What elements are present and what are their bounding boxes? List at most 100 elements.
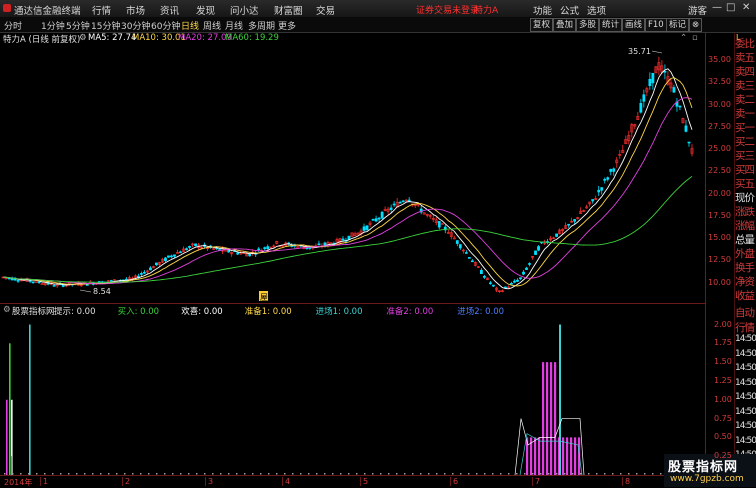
- candle-body: [170, 255, 173, 258]
- candle-body: [510, 283, 513, 285]
- price-tick: 32.50: [708, 77, 731, 87]
- side-label[interactable]: 自动: [735, 305, 755, 320]
- indicator-tick: 1.00: [714, 394, 732, 404]
- period-weekly[interactable]: 周线: [203, 19, 221, 32]
- candle-body: [52, 285, 56, 287]
- panel-divider: [0, 303, 705, 304]
- side-label: 买一: [735, 122, 755, 134]
- f10-button[interactable]: F10: [645, 18, 667, 32]
- side-label: 买四: [735, 164, 755, 176]
- candle-body: [179, 251, 182, 254]
- side-label: 卖三: [735, 80, 755, 92]
- candlestick-chart[interactable]: 35.71 8.54 屋: [0, 45, 705, 303]
- candle-body: [492, 284, 495, 287]
- side-label: 收益: [735, 290, 755, 302]
- candle-body: [684, 125, 688, 132]
- chart-title: 特力A (日线 前复权): [3, 35, 81, 45]
- candle-body: [663, 70, 667, 73]
- indicator-tick: 1.25: [714, 375, 732, 385]
- multi-stock-button[interactable]: 多股: [576, 18, 600, 32]
- overlay-button[interactable]: 叠加: [553, 18, 577, 32]
- menu-discover[interactable]: 发现: [196, 3, 215, 17]
- menu-news[interactable]: 资讯: [160, 3, 179, 17]
- time-axis-label: 1: [40, 477, 48, 486]
- candle-body: [155, 262, 158, 266]
- menu-trade[interactable]: 交易: [316, 3, 335, 17]
- side-label: 14:50: [735, 406, 756, 417]
- side-label: 卖二: [735, 94, 755, 106]
- user-guest[interactable]: 游客: [688, 3, 707, 17]
- period-15min[interactable]: 15分钟: [91, 19, 120, 32]
- draw-line-button[interactable]: 画线: [622, 18, 646, 32]
- panel-toggle-icon[interactable]: ▫: [692, 33, 698, 43]
- chevron-up-icon[interactable]: ⌃: [680, 33, 687, 43]
- side-label: 14:50: [735, 392, 756, 402]
- high-price-label: 35.71: [628, 47, 651, 56]
- side-label[interactable]: 行情: [735, 320, 755, 335]
- period-multi[interactable]: 多周期: [248, 19, 275, 32]
- period-30min[interactable]: 30分钟: [121, 19, 150, 32]
- mark-button[interactable]: 标记: [666, 18, 690, 32]
- minimize-icon[interactable]: —: [712, 2, 722, 13]
- side-label: 买二: [735, 136, 755, 148]
- stock-name-title: 特力A: [474, 6, 499, 16]
- side-label: 卖一: [735, 108, 755, 120]
- candle-body: [479, 269, 483, 275]
- adjust-button[interactable]: 复权: [530, 18, 554, 32]
- menu-assistant[interactable]: 问小达: [230, 3, 259, 17]
- period-more[interactable]: 更多: [278, 19, 296, 32]
- candle-body: [603, 179, 607, 181]
- watermark: 股票指标网 www.7gpzb.com: [664, 454, 756, 487]
- candle-body: [194, 243, 197, 247]
- menu-formula[interactable]: 公式: [560, 3, 579, 17]
- period-intraday[interactable]: 分时: [4, 19, 22, 32]
- candle-body: [236, 252, 240, 255]
- indicator-bar: [562, 437, 565, 475]
- menu-quotes[interactable]: 行情: [92, 3, 111, 17]
- maximize-icon[interactable]: □: [726, 2, 735, 13]
- menu-function[interactable]: 功能: [533, 3, 552, 17]
- indicator-settings-icon[interactable]: ⚙: [3, 305, 11, 315]
- candle-body: [28, 280, 32, 282]
- candle-body: [567, 223, 571, 226]
- stats-button[interactable]: 统计: [599, 18, 623, 32]
- period-60min[interactable]: 60分钟: [151, 19, 180, 32]
- price-tick: 10.00: [708, 277, 731, 287]
- ma10-line: [2, 77, 693, 287]
- candle-body: [489, 282, 492, 285]
- price-tick: 15.00: [708, 233, 731, 243]
- ma60-label: MA60: 19.29: [225, 33, 279, 43]
- candle-body: [398, 201, 402, 204]
- close-chart-icon[interactable]: ⊗: [689, 18, 703, 32]
- login-warning[interactable]: 证券交易未登录: [416, 3, 479, 16]
- side-label: 买五: [735, 178, 755, 190]
- candle-body: [140, 273, 143, 275]
- period-5min[interactable]: 5分钟: [66, 19, 90, 32]
- candle-body: [597, 189, 601, 193]
- side-label: 卖五: [735, 52, 755, 64]
- period-daily[interactable]: 日线: [181, 19, 199, 32]
- period-1min[interactable]: 1分钟: [41, 19, 65, 32]
- candle-body: [528, 263, 531, 265]
- time-axis-label: 2: [122, 477, 130, 486]
- candle-body: [377, 217, 381, 220]
- indicator-chart[interactable]: [0, 317, 705, 475]
- settings-gear-icon[interactable]: ⚙: [79, 33, 87, 43]
- candle-body: [591, 199, 595, 202]
- event-marker-label: 屋: [260, 293, 268, 302]
- candle-body: [392, 203, 396, 206]
- period-monthly[interactable]: 月线: [225, 19, 243, 32]
- time-axis-label: 3: [205, 477, 213, 486]
- candle-body: [365, 225, 369, 231]
- menu-market[interactable]: 市场: [126, 3, 145, 17]
- candle-body: [173, 254, 176, 257]
- candle-body: [371, 219, 375, 221]
- candle-body: [266, 246, 270, 250]
- indicator-header-item: 股票指标网: [12, 307, 55, 317]
- indicator-bar: [574, 437, 577, 475]
- candle-body: [263, 247, 267, 250]
- app-logo-icon: [3, 4, 11, 12]
- menu-options[interactable]: 选项: [587, 3, 606, 17]
- close-icon[interactable]: ✕: [742, 2, 750, 13]
- menu-wealth[interactable]: 财富圈: [274, 3, 303, 17]
